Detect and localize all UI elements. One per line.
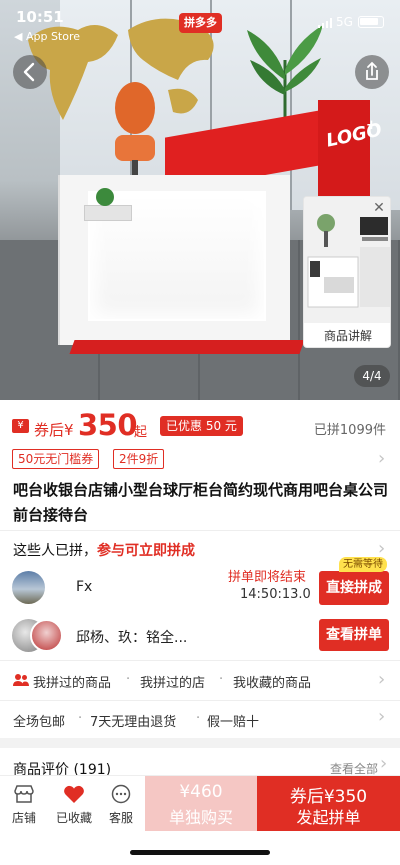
group-user-name: 邱杨、玖：铭全...: [76, 630, 188, 646]
promo-tags-row[interactable]: 50元无门槛券 2件9折 ›: [0, 445, 400, 475]
desk-front: [60, 175, 290, 345]
battery-icon: [358, 16, 384, 28]
chat-icon: [111, 784, 131, 804]
thumbnail-label: 商品讲解: [304, 323, 390, 347]
avatar: [30, 619, 63, 652]
divider: [0, 660, 400, 661]
separator-dot: ·: [78, 711, 83, 726]
join-group-button[interactable]: 直接拼成: [319, 571, 389, 605]
share-icon: [366, 61, 378, 80]
group-user-name: Fx: [76, 579, 93, 595]
start-group-button[interactable]: 券后¥350 发起拼单: [257, 776, 400, 831]
buy-alone-button[interactable]: ¥460 单独购买: [145, 776, 257, 831]
image-pager: 4/4: [354, 365, 390, 387]
back-to-app-store[interactable]: ◀ App Store: [14, 30, 80, 43]
view-group-button[interactable]: 查看拼单: [319, 619, 389, 651]
chevron-right-icon: ›: [378, 669, 386, 690]
history-link[interactable]: 我拼过的店: [140, 672, 205, 691]
price-row: ¥ 券后¥ 350 起 已优惠 50 元 已拼1099件: [0, 400, 400, 444]
service-item: 全场包邮: [13, 715, 66, 730]
favorite-label: 已收藏: [55, 811, 92, 825]
store-icon: [14, 785, 34, 803]
people-icon: [13, 674, 29, 686]
separator-dot: ·: [219, 672, 224, 687]
group-header-prefix: 这些人已拼，: [13, 543, 97, 559]
chevron-right-icon: ›: [378, 706, 386, 727]
desk-base: [69, 340, 305, 354]
no-wait-badge: 无需等待: [339, 557, 387, 572]
back-button[interactable]: [13, 55, 47, 89]
history-link[interactable]: 我收藏的商品: [233, 672, 311, 691]
promo-tag[interactable]: 2件9折: [113, 449, 165, 469]
books-decor: [84, 205, 132, 221]
coupon-icon: ¥: [12, 419, 29, 433]
status-bar: 10:51 ◀ App Store 拼多多 5G: [0, 0, 400, 43]
divider: [0, 530, 400, 531]
promo-tag[interactable]: 50元无门槛券: [12, 449, 100, 469]
product-title: 吧台收银台店铺小型台球厅柜台简约现代商用吧台桌公司前台接待台: [13, 481, 389, 524]
price-value: 350: [78, 408, 138, 442]
chevron-right-icon: ›: [378, 538, 386, 559]
chevron-right-icon: ›: [380, 753, 388, 774]
separator-dot: ·: [126, 672, 131, 687]
reviews-header[interactable]: 商品评价 (191) 查看全部 ›: [0, 748, 400, 778]
product-image[interactable]: LOGO + 10:51 ◀ App Store 拼多多 5G ✕ 商品讲解 4…: [0, 0, 400, 400]
heart-icon: [64, 785, 84, 803]
share-button[interactable]: [355, 55, 389, 89]
office-chair: [110, 82, 160, 184]
group-row: Fx 拼单即将结束 14:50:13.0 直接拼成 无需等待: [0, 557, 400, 611]
home-indicator: [130, 850, 270, 855]
favorite-button[interactable]: 已收藏: [48, 776, 100, 831]
group-header-highlight: 参与可立即拼成: [97, 543, 195, 559]
avatar: [12, 571, 45, 604]
price-suffix: 起: [134, 425, 148, 440]
divider: [0, 700, 400, 701]
bottom-action-bar: 店铺 已收藏 客服 ¥460 单独购买 券后¥350 发起拼单: [0, 775, 400, 831]
service-row[interactable]: 全场包邮 · 7天无理由退货 · 假一赔十 ›: [0, 703, 400, 735]
chevron-left-icon: [23, 62, 35, 82]
small-plant-decor: [96, 188, 114, 206]
group-row: 邱杨、玖：铭全... 查看拼单: [0, 613, 400, 659]
service-item: 假一赔十: [207, 715, 260, 730]
discount-tag: 已优惠 50 元: [160, 416, 243, 436]
desk-logo-plus: +: [366, 118, 377, 133]
close-icon[interactable]: ✕: [370, 199, 388, 217]
chevron-right-icon: ›: [378, 448, 386, 469]
group-timer: 14:50:13.0: [240, 587, 311, 602]
store-button[interactable]: 店铺: [0, 776, 48, 831]
group-label: 发起拼单: [296, 808, 361, 827]
solo-price: ¥460: [179, 782, 223, 802]
history-link[interactable]: 我拼过的商品: [33, 672, 111, 691]
service-label: 客服: [108, 811, 133, 825]
section-gap: [0, 738, 400, 748]
product-explain-thumbnail[interactable]: ✕ 商品讲解: [303, 196, 391, 348]
service-item: 7天无理由退货: [90, 715, 177, 730]
solo-label: 单独购买: [168, 808, 233, 827]
app-badge: 拼多多: [179, 13, 222, 33]
status-time: 10:51: [16, 8, 64, 26]
group-status: 拼单即将结束: [228, 570, 307, 585]
sold-count: 已拼1099件: [313, 423, 386, 438]
group-header[interactable]: 这些人已拼，参与可立即拼成: [13, 540, 195, 560]
price-prefix: 券后¥: [34, 421, 74, 439]
signal-icon: [318, 18, 332, 28]
network-label: 5G: [336, 15, 353, 29]
customer-service-button[interactable]: 客服: [97, 776, 145, 831]
store-label: 店铺: [11, 811, 36, 825]
separator-dot: ·: [196, 711, 201, 726]
history-row[interactable]: 我拼过的商品 · 我拼过的店 · 我收藏的商品 ›: [0, 663, 400, 697]
